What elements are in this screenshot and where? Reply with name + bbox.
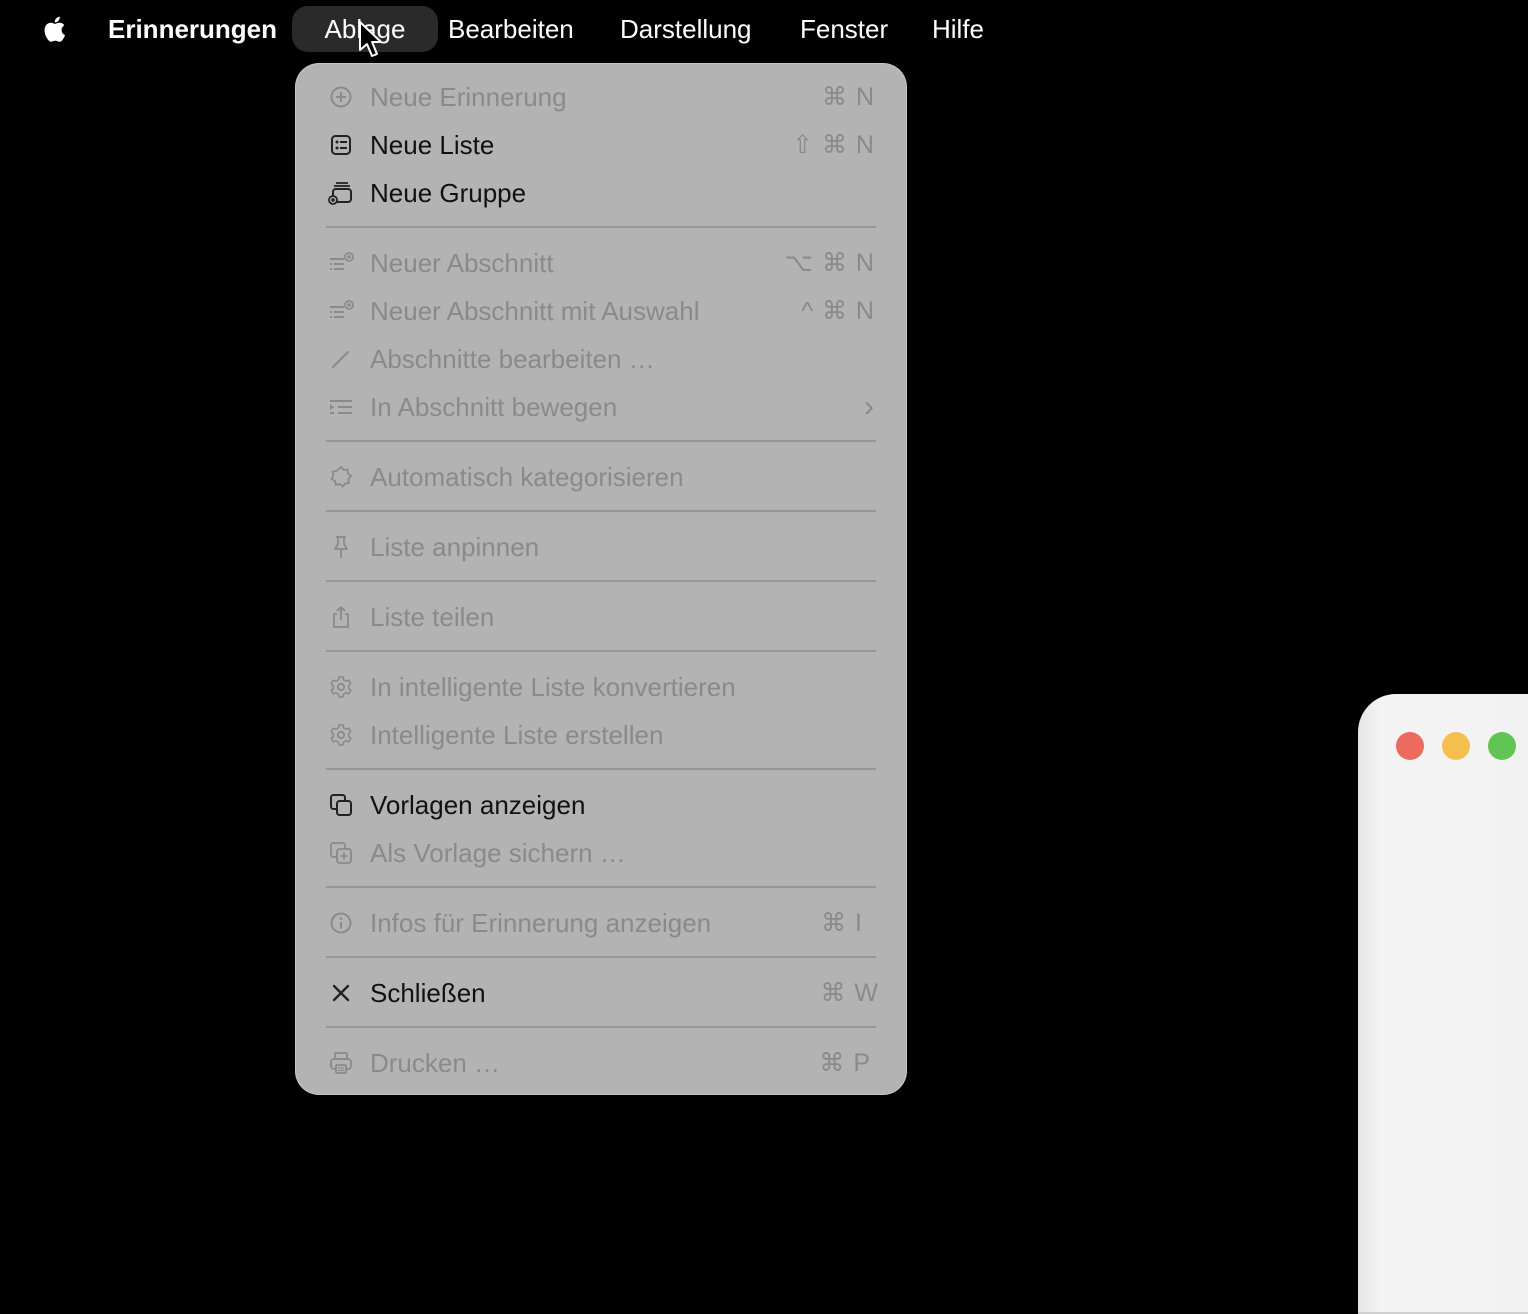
menu-item-create-smart-list[interactable]: Intelligente Liste erstellen — [295, 711, 907, 759]
section-add-icon — [328, 298, 354, 324]
menu-item-label: Automatisch kategorisieren — [370, 462, 684, 492]
submenu-chevron-icon: › — [864, 390, 875, 423]
menu-item-save-as-template[interactable]: Als Vorlage sichern … — [295, 829, 907, 877]
menu-item-label: In Abschnitt bewegen — [370, 392, 618, 422]
menu-separator — [326, 956, 876, 958]
menu-item-shortcut: ⌥ ⌘ N — [784, 249, 875, 277]
menu-item-shortcut: ⌘ P — [819, 1049, 871, 1077]
menubar-app-name[interactable]: Erinnerungen — [108, 6, 277, 52]
menu-separator — [326, 886, 876, 888]
menubar-item-fenster[interactable]: Fenster — [800, 6, 888, 52]
menu-item-label: In intelligente Liste konvertieren — [370, 672, 736, 702]
section-add-icon — [328, 250, 354, 276]
menubar-item-hilfe[interactable]: Hilfe — [932, 6, 984, 52]
menu-item-label: Neuer Abschnitt — [370, 248, 554, 278]
menu-separator — [326, 580, 876, 582]
menu-bar: Erinnerungen Ablage Bearbeiten Darstellu… — [0, 0, 1528, 58]
group-stack-icon — [328, 180, 354, 206]
gear-icon — [328, 722, 354, 748]
menu-item-auto-categorize[interactable]: Automatisch kategorisieren — [295, 453, 907, 501]
menu-item-label: Abschnitte bearbeiten … — [370, 344, 655, 374]
menu-separator — [326, 440, 876, 442]
plus-circle-icon — [328, 84, 354, 110]
templates-icon — [328, 792, 354, 818]
menu-item-shortcut: ^ ⌘ N — [801, 297, 875, 325]
window-close-button[interactable] — [1396, 732, 1424, 760]
menu-item-convert-smart-list[interactable]: In intelligente Liste konvertieren — [295, 663, 907, 711]
menu-item-label: Intelligente Liste erstellen — [370, 720, 664, 750]
menubar-item-darstellung[interactable]: Darstellung — [620, 6, 752, 52]
close-icon — [328, 980, 354, 1006]
menu-item-shortcut: ⌘ W — [820, 979, 879, 1007]
menu-separator — [326, 768, 876, 770]
menu-item-share-list[interactable]: Liste teilen — [295, 593, 907, 641]
menu-item-edit-sections[interactable]: Abschnitte bearbeiten … — [295, 335, 907, 383]
file-menu-dropdown: Neue Erinnerung ⌘ N Neue Liste ⇧ ⌘ N Neu… — [295, 63, 907, 1095]
menu-separator — [326, 226, 876, 228]
menu-item-shortcut: ⇧ ⌘ N — [792, 131, 875, 159]
window-zoom-button[interactable] — [1488, 732, 1516, 760]
menu-item-new-section[interactable]: Neuer Abschnitt ⌥ ⌘ N — [295, 239, 907, 287]
menu-item-label: Neue Liste — [370, 130, 495, 160]
gear-icon — [328, 674, 354, 700]
menu-item-shortcut: ⌘ N — [822, 83, 875, 111]
mouse-cursor-icon — [358, 20, 384, 60]
menubar-item-bearbeiten[interactable]: Bearbeiten — [448, 6, 574, 52]
menu-item-label: Vorlagen anzeigen — [370, 790, 586, 820]
menu-item-new-reminder[interactable]: Neue Erinnerung ⌘ N — [295, 73, 907, 121]
menu-item-label: Liste teilen — [370, 602, 495, 632]
menu-separator — [326, 650, 876, 652]
reminders-window — [1358, 694, 1528, 1314]
window-minimize-button[interactable] — [1442, 732, 1470, 760]
menu-item-label: Drucken … — [370, 1048, 501, 1078]
menu-item-new-group[interactable]: Neue Gruppe — [295, 169, 907, 217]
auto-categorize-icon — [328, 464, 354, 490]
menu-item-new-list[interactable]: Neue Liste ⇧ ⌘ N — [295, 121, 907, 169]
menu-item-pin-list[interactable]: Liste anpinnen — [295, 523, 907, 571]
share-icon — [328, 604, 354, 630]
menu-item-show-reminder-info[interactable]: Infos für Erinnerung anzeigen ⌘ I — [295, 899, 907, 947]
menu-separator — [326, 1026, 876, 1028]
menu-item-label: Neue Erinnerung — [370, 82, 567, 112]
pencil-icon — [328, 346, 354, 372]
menu-item-shortcut: ⌘ I — [821, 909, 863, 937]
info-icon — [328, 910, 354, 936]
menu-item-close[interactable]: Schließen ⌘ W — [295, 969, 907, 1017]
menu-item-new-section-with-selection[interactable]: Neuer Abschnitt mit Auswahl ^ ⌘ N — [295, 287, 907, 335]
list-icon — [328, 132, 354, 158]
apple-logo-icon[interactable] — [38, 12, 72, 46]
menu-item-label: Infos für Erinnerung anzeigen — [370, 908, 712, 938]
menu-item-label: Schließen — [370, 978, 486, 1008]
menu-item-label: Neue Gruppe — [370, 178, 527, 208]
save-template-icon — [328, 840, 354, 866]
menu-separator — [326, 510, 876, 512]
menu-item-label: Als Vorlage sichern … — [370, 838, 626, 868]
pin-icon — [328, 534, 354, 560]
move-to-section-icon — [328, 394, 354, 420]
menu-item-label: Liste anpinnen — [370, 532, 540, 562]
menu-item-show-templates[interactable]: Vorlagen anzeigen — [295, 781, 907, 829]
menu-item-move-to-section[interactable]: In Abschnitt bewegen › — [295, 383, 907, 431]
menu-item-print[interactable]: Drucken … ⌘ P — [295, 1039, 907, 1087]
menu-item-label: Neuer Abschnitt mit Auswahl — [370, 296, 700, 326]
printer-icon — [328, 1050, 354, 1076]
